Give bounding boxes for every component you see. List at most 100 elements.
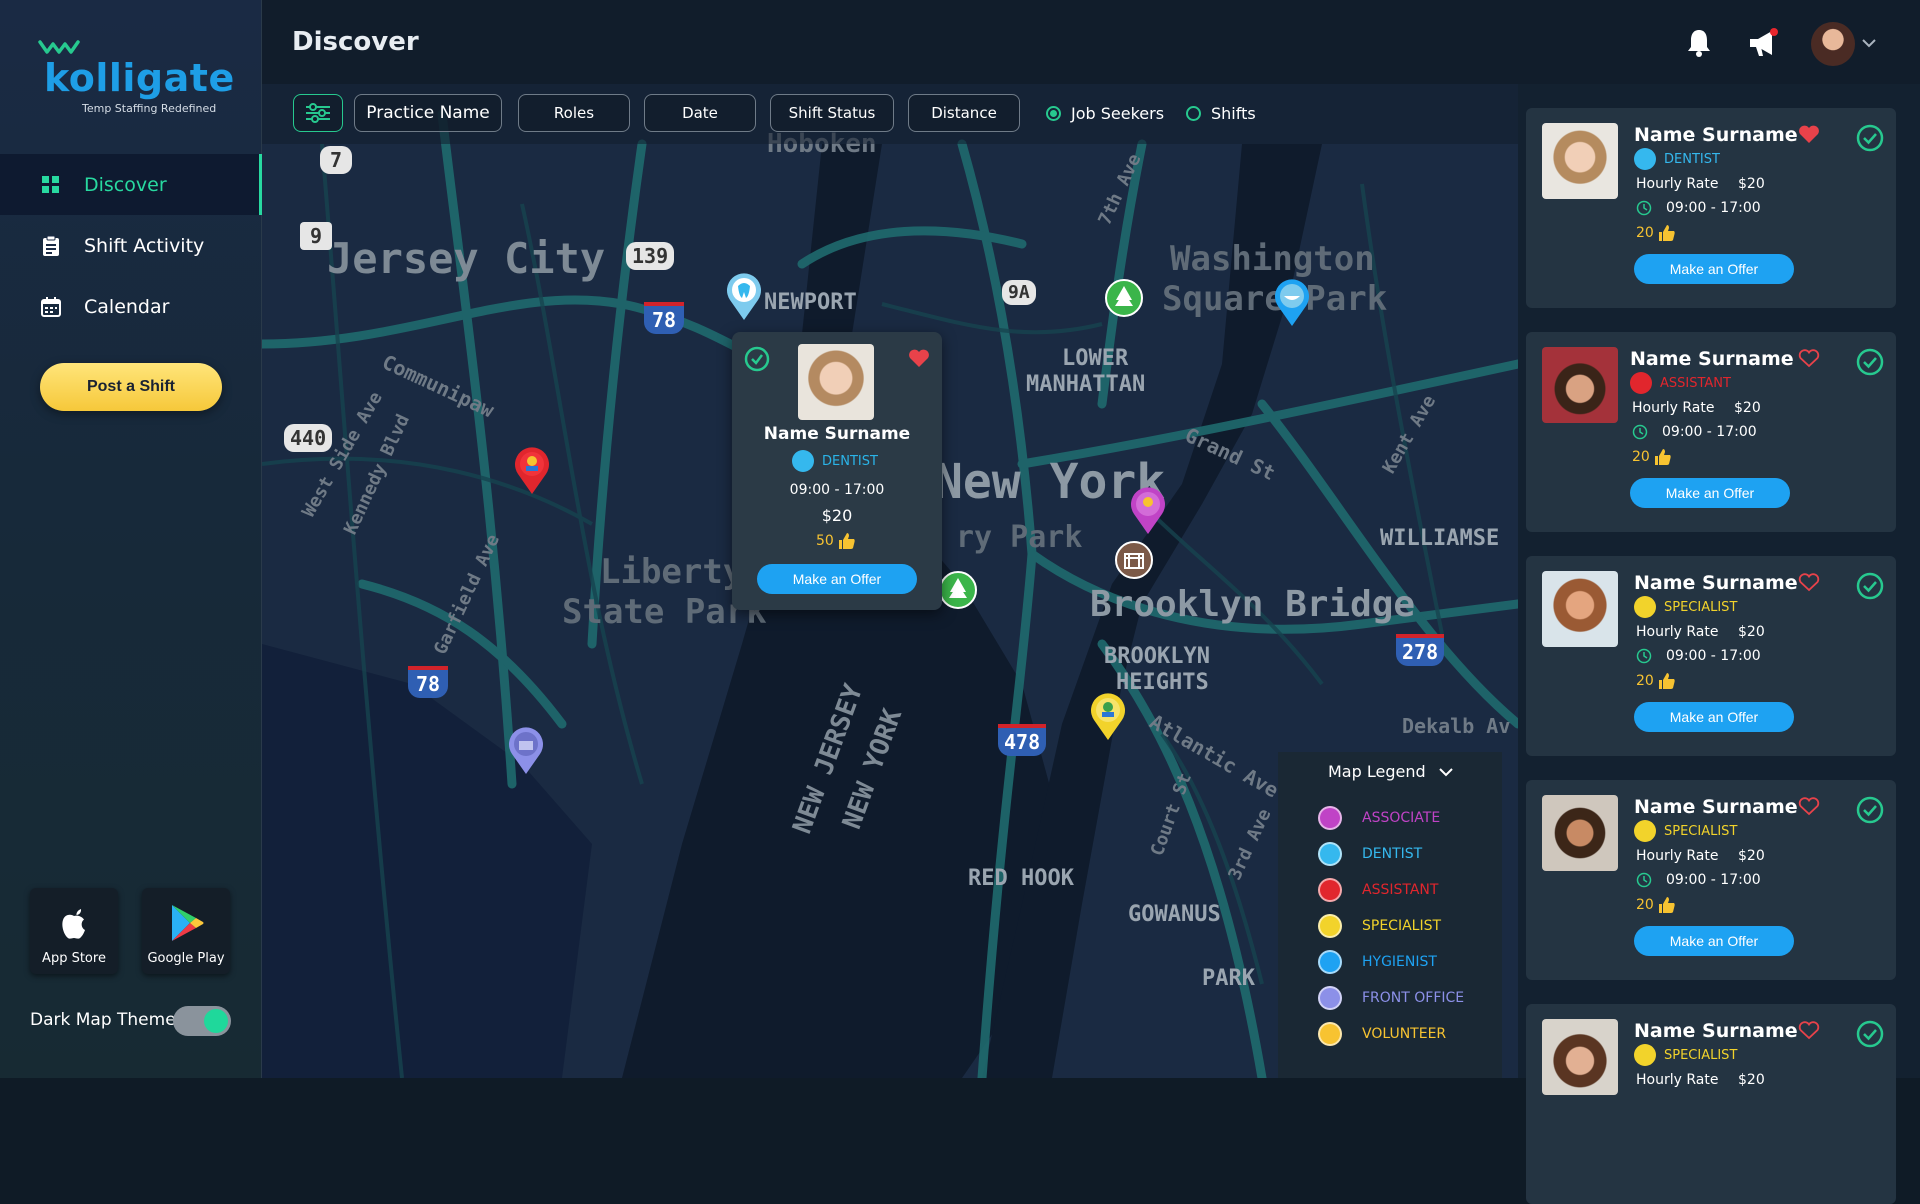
heart-outline-icon[interactable] <box>1798 348 1820 368</box>
candidate-list: Name Surname DENTIST Hourly Rate $20 09:… <box>1518 84 1920 1204</box>
candidate-role: SPECIALIST <box>1634 1044 1737 1066</box>
candidate-card[interactable]: Name Surname SPECIALIST Hourly Rate $20 <box>1526 1004 1896 1204</box>
radio-indicator <box>1186 106 1201 121</box>
map-label-washington: Washington <box>1170 239 1375 279</box>
candidate-card[interactable]: Name Surname DENTIST Hourly Rate $20 09:… <box>1526 108 1896 308</box>
map-label-brooklyn: BROOKLYN <box>1104 644 1210 669</box>
heart-filled-icon[interactable] <box>1798 124 1820 144</box>
candidate-card[interactable]: Name Surname ASSISTANT Hourly Rate $20 0… <box>1526 332 1896 532</box>
dentist-icon <box>1318 842 1342 866</box>
heart-outline-icon[interactable] <box>1798 796 1820 816</box>
filter-date[interactable]: Date <box>644 94 756 132</box>
radio-label: Shifts <box>1211 104 1256 123</box>
thumbs-up-icon <box>1654 449 1671 465</box>
map-label-dekalb: Dekalb Av <box>1402 714 1511 738</box>
chevron-down-icon[interactable] <box>1862 38 1876 48</box>
logo[interactable]: kolligate Temp Staffing Redefined <box>38 38 234 118</box>
front-office-pin-icon[interactable] <box>506 724 546 776</box>
volunteer-icon <box>1318 1022 1342 1046</box>
landmark-pin-icon <box>1115 541 1153 579</box>
sidebar-item-shift-activity[interactable]: Shift Activity <box>0 215 262 276</box>
dentist-pin-icon[interactable] <box>724 270 764 322</box>
assistant-icon <box>1630 372 1652 394</box>
candidate-card[interactable]: Name Surname SPECIALIST Hourly Rate $20 … <box>1526 556 1896 756</box>
filter-practice-name[interactable]: Practice Name <box>354 94 502 132</box>
candidate-card[interactable]: Name Surname SPECIALIST Hourly Rate $20 … <box>1526 780 1896 980</box>
score-value: 20 <box>1636 897 1654 913</box>
interstate-shield: 78 <box>408 666 449 698</box>
radio-indicator <box>1046 106 1061 121</box>
clipboard-icon <box>40 235 62 257</box>
legend-item-volunteer: VOLUNTEER <box>1318 1022 1446 1046</box>
shift-time: 09:00 - 17:00 <box>1636 200 1761 216</box>
hourly-rate-value: $20 <box>1738 848 1765 864</box>
time-value: 09:00 - 17:00 <box>1662 424 1757 440</box>
radio-label: Job Seekers <box>1071 104 1165 123</box>
bell-icon[interactable] <box>1682 26 1716 60</box>
legend-label: VOLUNTEER <box>1362 1026 1447 1042</box>
map-legend-title: Map Legend <box>1328 762 1426 781</box>
filter-roles[interactable]: Roles <box>518 94 630 132</box>
candidate-name: Name Surname <box>1634 572 1798 594</box>
popup-make-offer-button[interactable]: Make an Offer <box>757 564 917 594</box>
time-value: 09:00 - 17:00 <box>1666 200 1761 216</box>
map-popup-card[interactable]: Name Surname DENTIST 09:00 - 17:00 $20 5… <box>732 332 942 610</box>
user-avatar[interactable] <box>1811 22 1855 66</box>
google-play-label: Google Play <box>147 951 225 966</box>
candidate-role: ASSISTANT <box>1630 372 1731 394</box>
post-shift-button[interactable]: Post a Shift <box>40 363 222 411</box>
role-label: DENTIST <box>1664 151 1720 167</box>
road-shield: 440 <box>284 424 333 452</box>
map-label-williamsburg: WILLIAMSE <box>1380 526 1500 551</box>
google-play-button[interactable]: Google Play <box>142 888 230 974</box>
dark-map-theme-toggle[interactable] <box>173 1006 231 1036</box>
make-offer-button[interactable]: Make an Offer <box>1634 926 1794 956</box>
hygienist-pin-icon[interactable] <box>1272 276 1312 328</box>
logo-mark-icon <box>38 40 80 54</box>
assistant-pin-icon[interactable] <box>512 444 552 496</box>
heart-outline-icon[interactable] <box>1798 572 1820 592</box>
role-label: SPECIALIST <box>1664 823 1738 839</box>
clock-icon <box>1636 200 1652 216</box>
legend-label: HYGIENIST <box>1362 954 1437 970</box>
verified-check-icon <box>1856 348 1884 376</box>
sidebar-nav: Discover Shift Activity Calendar <box>0 154 262 337</box>
chevron-down-icon <box>1438 767 1453 776</box>
heart-filled-icon[interactable] <box>908 348 930 368</box>
legend-label: SPECIALIST <box>1362 918 1442 934</box>
map-legend-toggle[interactable]: Map Legend <box>1328 762 1454 781</box>
filter-settings-button[interactable] <box>293 94 343 132</box>
radio-shifts[interactable]: Shifts <box>1186 104 1256 123</box>
hourly-rate-label: Hourly Rate <box>1632 400 1715 416</box>
interstate-shield: 78 <box>644 302 685 334</box>
map-label-red-hook: RED HOOK <box>968 866 1074 891</box>
map-label-park: PARK <box>1202 966 1255 991</box>
shift-time: 09:00 - 17:00 <box>1636 648 1761 664</box>
sidebar: kolligate Temp Staffing Redefined Discov… <box>0 0 262 1078</box>
filter-shift-status[interactable]: Shift Status <box>770 94 894 132</box>
sidebar-item-calendar[interactable]: Calendar <box>0 276 262 337</box>
app-store-button[interactable]: App Store <box>30 888 118 974</box>
thumbs-up-icon <box>1658 225 1675 241</box>
heart-outline-icon[interactable] <box>1798 1020 1820 1040</box>
hourly-rate-label: Hourly Rate <box>1636 1072 1719 1088</box>
thumbs-up-icon <box>838 533 855 549</box>
dark-map-theme-label: Dark Map Theme <box>30 1010 176 1030</box>
radio-job-seekers[interactable]: Job Seekers <box>1046 104 1164 123</box>
megaphone-icon[interactable] <box>1746 26 1780 60</box>
candidate-score: 20 <box>1632 448 1672 466</box>
filter-distance[interactable]: Distance <box>908 94 1020 132</box>
specialist-pin-icon[interactable] <box>1088 690 1128 742</box>
park-pin-icon <box>1105 279 1143 317</box>
make-offer-button[interactable]: Make an Offer <box>1634 702 1794 732</box>
make-offer-button[interactable]: Make an Offer <box>1634 254 1794 284</box>
sliders-icon <box>306 103 330 123</box>
candidate-photo <box>1542 795 1618 871</box>
legend-item-hygienist: HYGIENIST <box>1318 950 1437 974</box>
make-offer-button[interactable]: Make an Offer <box>1630 478 1790 508</box>
sidebar-item-discover[interactable]: Discover <box>0 154 262 215</box>
logo-text: kolligate <box>44 56 235 100</box>
associate-pin-icon[interactable] <box>1128 484 1168 536</box>
role-label: ASSISTANT <box>1660 375 1731 391</box>
candidate-photo <box>1542 1019 1618 1095</box>
